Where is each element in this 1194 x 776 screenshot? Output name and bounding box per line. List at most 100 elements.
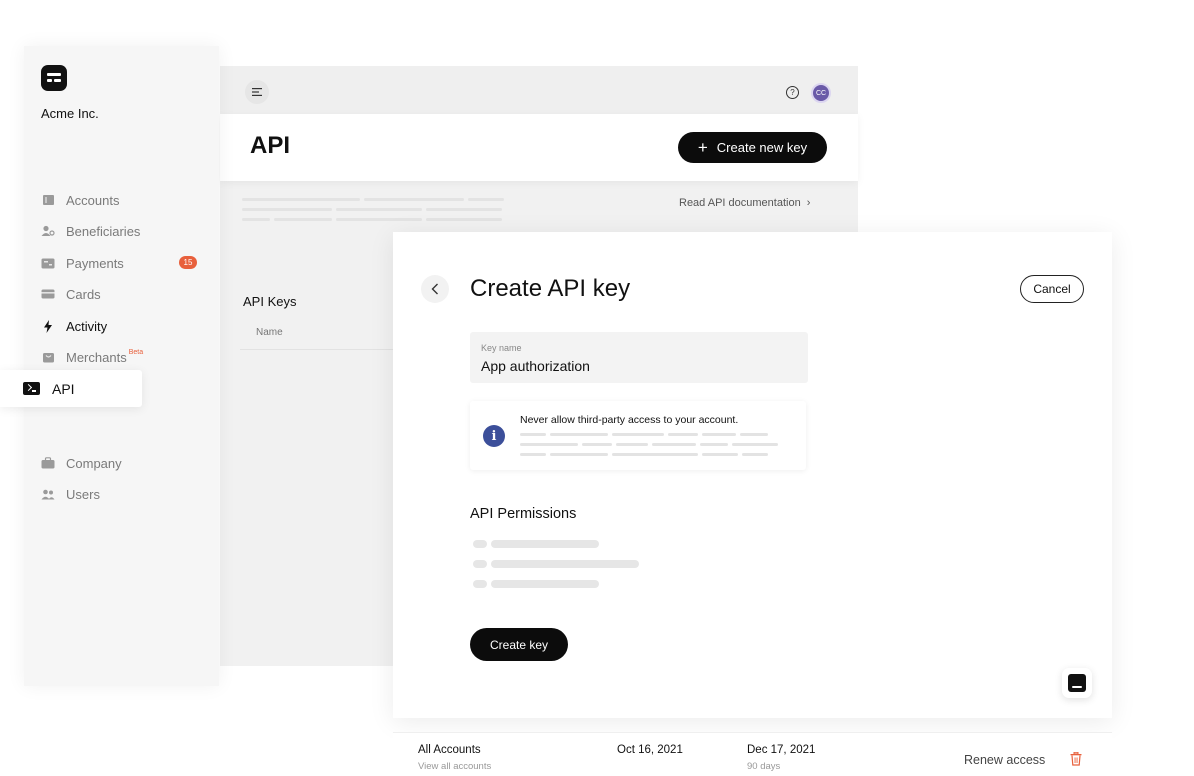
sidebar-item-company[interactable]: Company (41, 453, 122, 473)
placeholder-line (520, 453, 546, 456)
key-name-label: Key name (481, 343, 522, 353)
expiry-subtext: 90 days (747, 761, 781, 772)
placeholder-line (274, 218, 332, 221)
company-logo[interactable] (41, 65, 67, 91)
trash-icon[interactable] (1070, 751, 1082, 771)
placeholder-line (426, 218, 502, 221)
sidebar-item-label: Activity (66, 318, 108, 334)
placeholder-line (702, 453, 738, 456)
placeholder-line (336, 208, 422, 211)
placeholder-line (700, 443, 728, 446)
placeholder-line (364, 198, 464, 201)
info-icon: i (483, 425, 505, 447)
divider (240, 349, 395, 350)
read-api-documentation-link[interactable]: Read API documentation › (679, 197, 810, 209)
sidebar-item-api[interactable]: API (0, 370, 142, 407)
sidebar-item-beneficiaries[interactable]: Beneficiaries (41, 221, 140, 241)
renew-access-button[interactable]: Renew access (964, 753, 1045, 767)
permission-toggle-placeholder (473, 540, 487, 548)
placeholder-line (336, 218, 422, 221)
menu-button[interactable] (245, 80, 269, 104)
created-date: Oct 16, 2021 (617, 744, 683, 756)
placeholder-line (612, 453, 698, 456)
app-root: ? CC API + Create new key Read API docum… (0, 0, 1194, 776)
placeholder-line (582, 443, 612, 446)
create-api-key-modal: Create API key Cancel Key name i Never a… (393, 232, 1112, 718)
sidebar-item-users[interactable]: Users (41, 484, 100, 504)
users-icon (41, 487, 55, 501)
placeholder-line (616, 443, 648, 446)
warning-callout: i Never allow third-party access to your… (470, 401, 806, 470)
payments-icon (41, 256, 55, 270)
sidebar-item-label: Cards (66, 286, 101, 302)
menu-icon (252, 88, 262, 96)
chat-icon (1068, 674, 1086, 692)
placeholder-line (242, 218, 270, 221)
sidebar-item-merchants[interactable]: Merchants Beta (41, 347, 143, 367)
placeholder-line (742, 453, 768, 456)
scope-subtext: View all accounts (418, 761, 492, 772)
permissions-heading: API Permissions (470, 506, 577, 522)
expiry-date: Dec 17, 2021 (747, 744, 816, 756)
sidebar-item-cards[interactable]: Cards (41, 284, 101, 304)
placeholder-line (242, 198, 360, 201)
create-key-button[interactable]: Create key (470, 628, 568, 661)
placeholder-line (668, 433, 698, 436)
key-name-input[interactable] (481, 358, 791, 374)
placeholder-line (426, 208, 502, 211)
sidebar-item-label: Company (66, 455, 122, 471)
sidebar-item-activity[interactable]: Activity (41, 316, 107, 336)
placeholder-line (702, 433, 736, 436)
cancel-button[interactable]: Cancel (1020, 275, 1084, 303)
sidebar-item-accounts[interactable]: Accounts (41, 190, 119, 210)
merchants-icon (41, 350, 55, 364)
lightning-icon (41, 319, 55, 333)
chat-button[interactable] (1062, 668, 1092, 698)
warning-text: Never allow third-party access to your a… (520, 414, 739, 426)
placeholder-line (652, 443, 696, 446)
beneficiaries-icon (41, 224, 55, 238)
placeholder-line (520, 433, 546, 436)
permission-toggle-placeholder (473, 580, 487, 588)
top-bar: ? CC (220, 66, 858, 114)
sidebar-item-label: Payments (66, 255, 124, 271)
chevron-left-icon (431, 283, 438, 295)
placeholder-line (550, 453, 608, 456)
plus-icon: + (697, 138, 708, 157)
docs-link-label: Read API documentation (679, 197, 801, 209)
permission-toggle-placeholder (473, 560, 487, 568)
placeholder-line (550, 433, 608, 436)
modal-title: Create API key (470, 275, 631, 302)
back-button[interactable] (421, 275, 449, 303)
page-header: API + Create new key (220, 114, 858, 181)
beta-tag: Beta (128, 348, 144, 356)
placeholder-line (242, 208, 332, 211)
placeholder-line (468, 198, 504, 201)
placeholder-line (612, 433, 664, 436)
permission-label-placeholder (491, 560, 639, 568)
placeholder-line (740, 433, 768, 436)
accounts-icon (41, 193, 55, 207)
permission-label-placeholder (491, 540, 599, 548)
sidebar-item-label: Beneficiaries (66, 223, 141, 239)
terminal-icon (23, 382, 40, 395)
key-name-field[interactable]: Key name (470, 332, 808, 383)
cards-icon (41, 287, 55, 301)
chevron-right-icon: › (806, 197, 811, 209)
avatar[interactable]: CC (811, 83, 831, 103)
placeholder-line (520, 443, 578, 446)
sidebar: Acme Inc. Accounts Beneficiaries Payment… (24, 46, 219, 686)
table-row: All Accounts View all accounts Oct 16, 2… (393, 732, 1112, 776)
sidebar-item-label: Merchants (66, 349, 127, 365)
payments-count-badge: 15 (179, 256, 197, 269)
create-new-key-button[interactable]: + Create new key (678, 132, 827, 163)
page-title: API (250, 132, 291, 159)
help-icon[interactable]: ? (786, 86, 799, 99)
create-new-key-label: Create new key (716, 140, 808, 155)
company-name: Acme Inc. (41, 106, 99, 121)
sidebar-item-label: Accounts (66, 192, 120, 208)
permission-label-placeholder (491, 580, 599, 588)
sidebar-item-label: Users (66, 486, 100, 502)
name-column-header: Name (256, 327, 283, 338)
sidebar-item-payments[interactable]: Payments (41, 253, 124, 273)
